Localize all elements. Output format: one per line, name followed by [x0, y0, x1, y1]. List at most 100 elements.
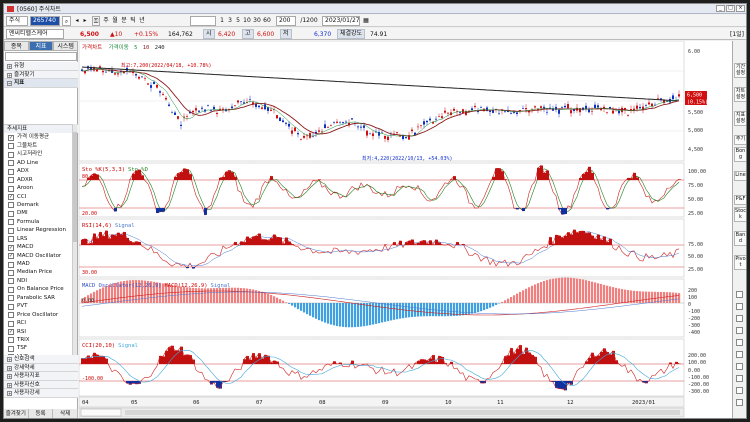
period-week[interactable]: 주	[102, 16, 110, 26]
indicator-checkbox[interactable]	[8, 210, 14, 217]
indicator-item[interactable]: RCI	[4, 319, 78, 327]
indicator-checkbox[interactable]	[8, 286, 14, 293]
right-tool-button[interactable]: Band	[734, 231, 746, 246]
indicator-checkbox[interactable]	[8, 151, 14, 158]
category-favorites[interactable]: + 즐겨찾기	[4, 70, 78, 80]
indicator-item[interactable]: ✓ RSI	[4, 328, 78, 336]
bottom-category-item[interactable]: + 사용자신호	[4, 380, 78, 390]
category-indicators[interactable]: − 지표	[4, 79, 78, 88]
indicator-checkbox[interactable]: ✓	[8, 194, 14, 200]
right-tool-checkbox[interactable]	[736, 351, 743, 358]
indicator-item[interactable]: ✓ MACD	[4, 243, 78, 251]
indicator-checkbox[interactable]	[8, 269, 14, 276]
indicator-item[interactable]: Formula	[4, 218, 78, 226]
indicator-item[interactable]: Linear Regression	[4, 226, 78, 234]
indicator-checkbox[interactable]	[8, 168, 14, 175]
minimize-icon[interactable]: _	[716, 5, 725, 12]
indicator-checkbox[interactable]	[8, 219, 14, 226]
right-tool-checkbox[interactable]	[736, 327, 743, 334]
search-icon[interactable]: ⌕	[62, 16, 71, 26]
indicator-item[interactable]: ✓ 가격 이동평균	[4, 133, 78, 141]
indicator-checkbox[interactable]: ✓	[8, 244, 14, 251]
indicator-item[interactable]: Aroon	[4, 184, 78, 192]
right-tool-button[interactable]: Pivot	[734, 255, 746, 270]
right-tool-checkbox[interactable]	[736, 315, 743, 322]
tab-system[interactable]: 시스템	[53, 41, 79, 51]
zoom-buttons[interactable]	[80, 408, 122, 417]
indicator-checkbox[interactable]	[8, 337, 14, 344]
indicator-checkbox[interactable]: ✓	[8, 134, 14, 141]
right-tool-button[interactable]: 차트설정	[734, 87, 746, 102]
indicator-item[interactable]: DMI	[4, 209, 78, 217]
right-tool-checkbox[interactable]	[736, 339, 743, 346]
indicator-checkbox[interactable]	[8, 320, 14, 327]
market-select[interactable]: 주식	[6, 16, 28, 26]
indicator-item[interactable]: TSF	[4, 344, 78, 352]
indicator-item[interactable]: ✓ MACD Oscillator	[4, 252, 78, 260]
indicator-checkbox[interactable]	[8, 345, 14, 352]
right-tool-button[interactable]: P&F	[734, 195, 746, 205]
maximize-icon[interactable]: □	[726, 5, 735, 12]
indicator-item[interactable]: TRIX	[4, 336, 78, 344]
period-minute[interactable]: 분	[120, 16, 128, 26]
indicator-item[interactable]: ADX	[4, 167, 78, 175]
interval-10[interactable]: 10	[242, 16, 252, 26]
right-tool-button[interactable]: 기간설정	[734, 63, 746, 78]
indicator-item[interactable]: ADXR	[4, 176, 78, 184]
right-tool-checkbox[interactable]	[736, 375, 743, 382]
indicator-checkbox[interactable]: ✓	[8, 253, 14, 260]
indicator-item[interactable]: 시고저라인	[4, 150, 78, 158]
period-year[interactable]: 년	[138, 16, 146, 26]
indicator-checkbox[interactable]	[8, 177, 14, 184]
indicator-item[interactable]: AD Line	[4, 159, 78, 167]
right-tool-checkbox[interactable]	[736, 387, 743, 394]
indicator-checkbox[interactable]: ✓	[8, 329, 14, 335]
indicator-checkbox[interactable]	[8, 185, 14, 192]
bottom-category-item[interactable]: + 사용자지표	[4, 372, 78, 381]
indicator-item[interactable]: ✓ CCI	[4, 193, 78, 201]
indicator-item[interactable]: Price Oscillator	[4, 311, 78, 319]
indicator-checkbox[interactable]	[8, 261, 14, 268]
right-tool-checkbox[interactable]	[736, 363, 743, 370]
period-month[interactable]: 월	[111, 16, 119, 26]
chart-scroll[interactable]	[78, 407, 685, 418]
right-tool-checkbox[interactable]	[736, 399, 743, 406]
right-tool-button[interactable]: 주기	[734, 135, 746, 145]
indicator-search-input[interactable]	[5, 52, 77, 61]
tab-indicators[interactable]: 지표	[28, 41, 54, 51]
chart-area[interactable]: 가격차트 가격이동 5 10 240 최고:7,200(2022/04/18, …	[78, 40, 732, 419]
right-tool-button[interactable]: Stock	[734, 207, 746, 222]
register-button[interactable]: 등록	[28, 409, 54, 418]
category-trend[interactable]: 추세지표	[4, 125, 78, 134]
date-input[interactable]: 2023/01/27	[322, 16, 360, 26]
interval-1[interactable]: 1	[218, 16, 226, 26]
chevron-left-icon[interactable]: ◂	[73, 16, 81, 26]
bottom-category-item[interactable]: + 사용자강세	[4, 389, 78, 398]
right-tool-checkbox[interactable]	[736, 303, 743, 310]
interval-30[interactable]: 30	[252, 16, 262, 26]
sidebar-scrollbar[interactable]	[72, 124, 77, 382]
indicator-item[interactable]: MAD	[4, 260, 78, 268]
category-type[interactable]: + 유형	[4, 62, 78, 71]
interval-5[interactable]: 5	[234, 16, 242, 26]
scrollbar-thumb[interactable]	[73, 132, 77, 242]
indicator-checkbox[interactable]	[8, 312, 14, 319]
stock-chart[interactable]: 가격차트 가격이동 5 10 240 최고:7,200(2022/04/18, …	[78, 40, 732, 419]
interval-60[interactable]: 60	[262, 16, 272, 26]
indicator-item[interactable]: Parabolic SAR	[4, 294, 78, 302]
count-input[interactable]: 200	[276, 16, 296, 26]
indicator-item[interactable]: On Balance Price	[4, 285, 78, 293]
interval-select[interactable]	[190, 16, 216, 26]
favorites-button[interactable]: 즐겨찾기	[4, 409, 29, 418]
stock-name[interactable]: 엔씨티헬스케어	[6, 29, 64, 39]
chart-scroll-thumb[interactable]	[125, 410, 680, 415]
indicator-item[interactable]: Median Price	[4, 268, 78, 276]
indicator-item[interactable]: LRS	[4, 235, 78, 243]
chevron-right-icon[interactable]: ▸	[81, 16, 89, 26]
indicator-checkbox[interactable]	[8, 202, 14, 209]
indicator-checkbox[interactable]	[8, 160, 14, 167]
indicator-checkbox[interactable]	[8, 278, 14, 285]
indicator-checkbox[interactable]	[8, 143, 14, 150]
calendar-icon[interactable]: ▦	[362, 16, 370, 26]
bottom-category-item[interactable]: + 강세약세	[4, 363, 78, 373]
